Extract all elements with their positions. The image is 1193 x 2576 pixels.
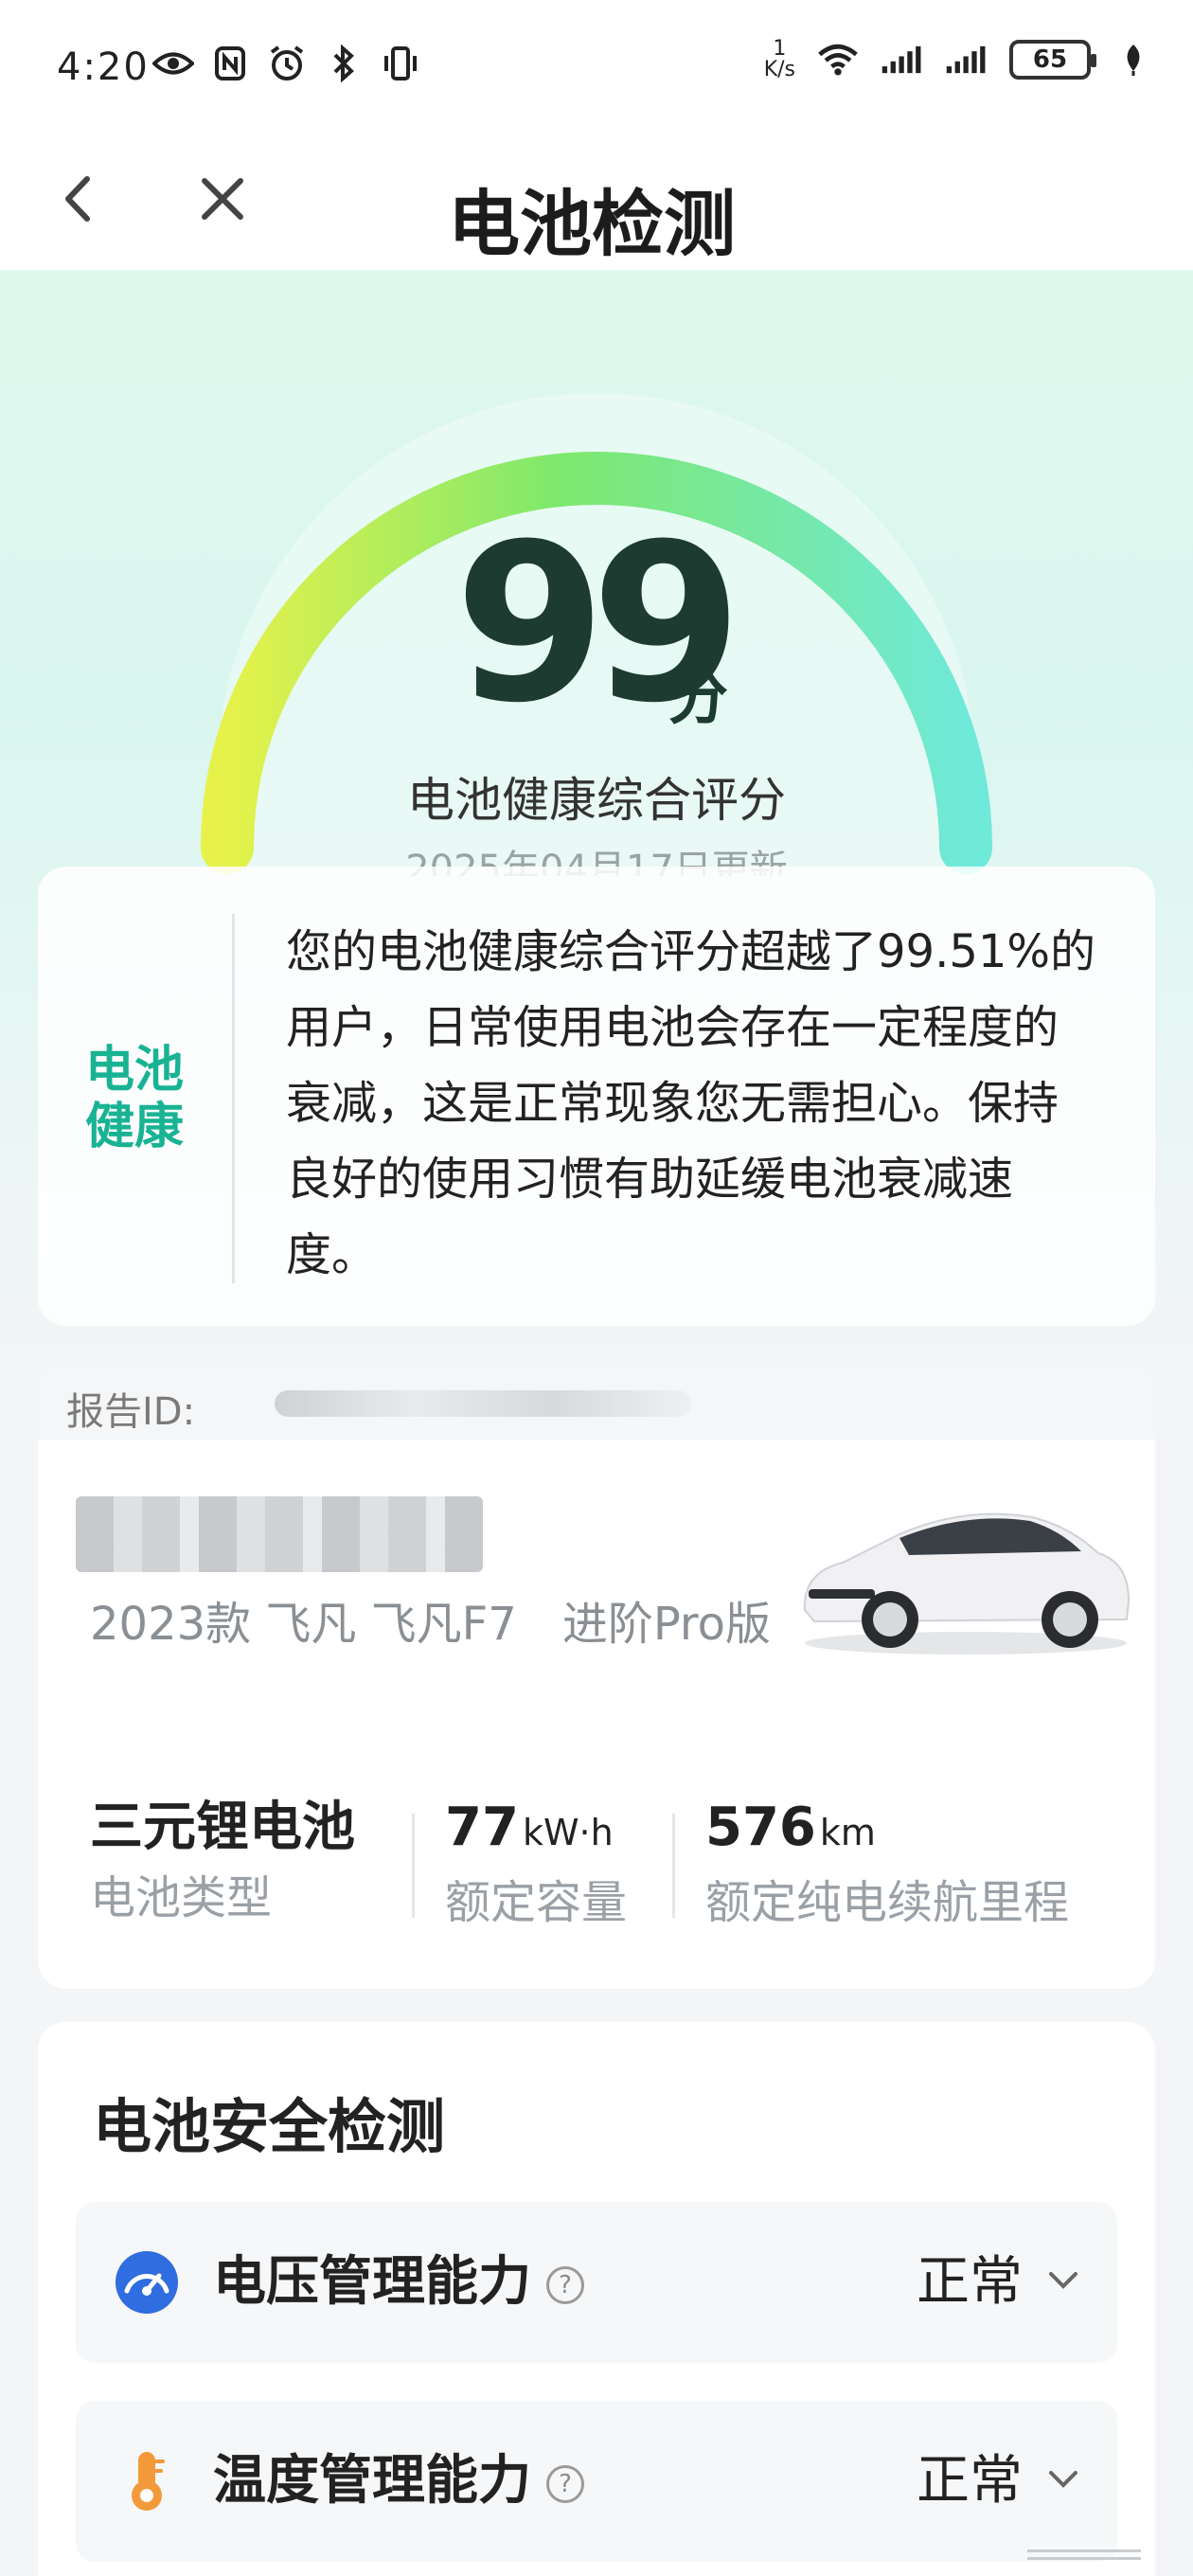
check-row-temperature[interactable]: 温度管理能力? 正常 [76,2401,1117,2562]
leaf-icon [1112,38,1155,81]
network-speed: 1 K/s [763,37,795,81]
vehicle-name-redacted [76,1496,483,1572]
check-label: 电压管理能力? [213,2249,584,2316]
chevron-down-icon [1049,2272,1077,2289]
spec-value: 三元锂电池 [90,1797,355,1858]
score-label: 电池健康综合评分 [407,773,786,828]
help-icon[interactable]: ? [546,2265,584,2304]
clock: 4:20 [57,45,150,89]
battery-indicator: 65 [1009,40,1096,80]
page-title: 电池检测 [448,182,736,266]
spec-range: 576 km 额定纯电续航里程 [705,1795,1069,1936]
spec-label: 额定容量 [445,1876,628,1929]
divider [232,914,235,1283]
health-tag: 电池健康 [85,1042,185,1155]
safety-card: 电池安全检测 电压管理能力? 正常 温度管理能力? 正常 [38,2022,1155,2576]
status-bar: 4:20 1 K/s 65 [0,0,1193,137]
health-description: 您的电池健康综合评分超越了99.51%的用户，日常使用电池会存在一定程度的衰减，… [286,925,1096,1281]
section-title: 电池安全检测 [93,2092,446,2161]
gauge-icon [116,2251,178,2314]
top-nav-bar: 电池检测 [0,137,1193,270]
check-status: 正常 [917,2450,1023,2512]
spec-value: 77 kW·h [445,1797,614,1858]
check-label: 温度管理能力? [213,2448,584,2514]
nfc-icon [208,42,252,85]
signal-icon [945,38,988,81]
watermark-lines [1027,2549,1141,2560]
check-status: 正常 [917,2251,1023,2313]
spec-battery-type: 三元锂电池 电池类型 [90,1795,355,1931]
chevron-down-icon [1049,2471,1077,2488]
bluetooth-icon [322,42,365,85]
car-image [803,1512,1131,1655]
car-model: 2023款 飞凡 飞凡F7 进阶Pro版 [90,1598,771,1651]
report-id-label: 报告ID: [66,1390,196,1434]
spec-value: 576 km [705,1797,876,1858]
signal-icon [881,38,924,81]
score-unit: 分 [668,663,728,733]
vibrate-icon [379,42,422,85]
wifi-icon [816,38,860,81]
help-icon[interactable]: ? [546,2464,584,2503]
spec-label: 额定纯电续航里程 [705,1876,1070,1929]
report-id-row: 报告ID: [38,1364,1155,1440]
alarm-icon [265,42,309,85]
health-card: 电池健康 您的电池健康综合评分超越了99.51%的用户，日常使用电池会存在一定程… [38,867,1155,1326]
divider [672,1814,675,1918]
spec-capacity: 77 kW·h 额定容量 [445,1795,627,1936]
thermometer-icon [132,2452,165,2511]
spec-label: 电池类型 [90,1871,273,1924]
eye-icon [151,42,195,85]
check-row-voltage[interactable]: 电压管理能力? 正常 [76,2202,1117,2363]
divider [412,1814,415,1918]
report-id-redacted [275,1390,691,1417]
vehicle-card: 报告ID: 2023款 飞凡 飞凡F7 进阶Pro版 三元锂电池 电池类型 77… [38,1364,1155,1989]
